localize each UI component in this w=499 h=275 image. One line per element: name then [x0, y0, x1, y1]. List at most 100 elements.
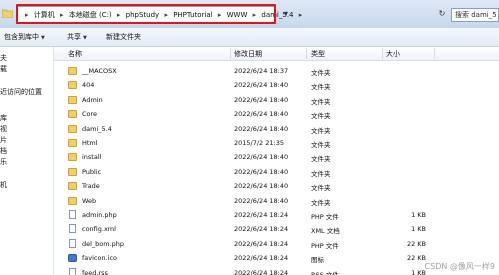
folder-icon	[68, 182, 77, 191]
file-name: Core	[82, 110, 98, 119]
folder-icon	[68, 153, 77, 162]
php-file-icon	[69, 210, 76, 219]
sidebar-item-recent-places[interactable]: 近访问的位置	[0, 87, 42, 97]
column-header-size[interactable]: 大小	[386, 49, 400, 59]
folder-icon	[68, 139, 77, 147]
folder-icon	[68, 110, 77, 119]
file-row[interactable]: __MACOSX 2022/6/24 18:37 文件夹	[54, 64, 499, 78]
column-header-type[interactable]: 类型	[311, 49, 325, 59]
file-name: admin.php	[82, 211, 117, 219]
file-row[interactable]: Public 2022/6/24 18:40 文件夹	[54, 165, 499, 179]
navigation-pane: 夫 载 近访问的位置 库 视 片 档 乐 机	[0, 47, 54, 275]
sidebar-item[interactable]: 载	[0, 64, 7, 74]
folder-icon	[68, 95, 77, 104]
column-header-date[interactable]: 修改日期	[234, 49, 262, 59]
file-name: Html	[82, 139, 98, 147]
xml-file-icon	[69, 224, 76, 234]
file-name: install	[82, 153, 102, 162]
file-date: 2022/6/24 18:40	[234, 153, 289, 162]
column-header-name[interactable]: 名称	[68, 49, 82, 59]
sidebar-item-computer[interactable]: 机	[0, 180, 7, 190]
file-list: 名称 修改日期 类型 大小 __MACOSX 2022/6/24 18:37 文件夹…	[54, 47, 499, 275]
file-row[interactable]: Web 2022/6/24 18:40 文件夹	[54, 194, 499, 208]
file-type: 文件夹	[311, 141, 331, 149]
file-row[interactable]: admin.php 2022/6/24 18:24 PHP 文件 1 KB	[54, 208, 499, 222]
file-date: 2022/6/24 18:40	[234, 110, 289, 119]
watermark-text: CSDN @像风一样9	[424, 262, 495, 271]
new-folder-button[interactable]: 新建文件夹	[106, 32, 141, 42]
address-bar-area: ▸ 计算机 ▸ 本地磁盘 (C:) ▸ phpStudy ▸ PHPTutori…	[0, 0, 499, 29]
new-folder-label: 新建文件夹	[106, 33, 141, 41]
file-name: Admin	[82, 95, 103, 104]
file-size: 1 KB	[411, 268, 426, 275]
folder-icon	[2, 9, 13, 18]
file-date: 2015/7/2 21:35	[234, 139, 284, 147]
sidebar-item-documents[interactable]: 档	[0, 146, 7, 156]
address-dropdown-icon[interactable]: ▾	[280, 8, 292, 20]
file-date: 2022/6/24 18:24	[234, 254, 289, 263]
folder-icon	[68, 196, 77, 205]
file-date: 2022/6/24 18:40	[234, 167, 289, 176]
file-name: dami_5.4	[82, 124, 112, 133]
chevron-down-icon: ▼	[83, 35, 87, 41]
file-date: 2022/6/24 18:24	[234, 239, 289, 248]
file-date: 2022/6/24 18:24	[234, 225, 289, 234]
file-name: feed.rss	[82, 268, 108, 275]
file-date: 2022/6/24 18:40	[234, 124, 289, 133]
file-date: 2022/6/24 18:40	[234, 196, 289, 205]
command-bar: 包含到库中 ▼ 共享 ▼ 新建文件夹	[0, 28, 499, 47]
file-row[interactable]: install 2022/6/24 18:40 文件夹	[54, 150, 499, 164]
share-button[interactable]: 共享 ▼	[67, 32, 87, 42]
file-type: 文件夹	[311, 184, 331, 193]
file-row[interactable]: Html 2015/7/2 21:35 文件夹	[54, 136, 499, 150]
file-name: Public	[82, 167, 102, 176]
column-divider[interactable]	[230, 48, 231, 59]
file-row[interactable]: dami_5.4 2022/6/24 18:40 文件夹	[54, 122, 499, 136]
file-type: 文件夹	[311, 83, 331, 92]
rss-file-icon	[69, 267, 76, 275]
file-row[interactable]: Trade 2022/6/24 18:40 文件夹	[54, 179, 499, 193]
file-type: 文件夹	[311, 97, 331, 106]
sidebar-item-libraries[interactable]: 库	[0, 113, 7, 123]
file-name: Trade	[82, 182, 100, 191]
file-type: PHP 文件	[311, 241, 339, 250]
file-date: 2022/6/24 18:40	[234, 182, 289, 191]
file-type: PHP 文件	[311, 213, 339, 221]
file-name: __MACOSX	[82, 67, 117, 75]
file-type: 文件夹	[311, 112, 331, 121]
search-placeholder: 搜索 dami_5	[455, 11, 497, 19]
file-type: 文件夹	[311, 198, 331, 207]
file-type: 文件夹	[311, 69, 331, 77]
file-row[interactable]: 404 2022/6/24 18:40 文件夹	[54, 78, 499, 92]
file-type: 文件夹	[311, 169, 331, 178]
include-in-library-label: 包含到库中	[4, 33, 39, 41]
file-date: 2022/6/24 18:40	[234, 81, 289, 90]
include-in-library-button[interactable]: 包含到库中 ▼	[4, 32, 45, 42]
file-date: 2022/6/24 18:40	[234, 95, 289, 104]
sidebar-item-pictures[interactable]: 片	[0, 135, 7, 145]
favicon-icon	[68, 254, 77, 263]
file-type: XML 文档	[311, 227, 340, 236]
sidebar-item-videos[interactable]: 视	[0, 124, 7, 134]
file-row[interactable]: Admin 2022/6/24 18:40 文件夹	[54, 93, 499, 107]
file-type: 文件夹	[311, 126, 331, 135]
address-highlight-box	[16, 4, 276, 24]
column-divider[interactable]	[382, 48, 383, 59]
file-type: RSS 文件	[311, 270, 339, 275]
column-divider[interactable]	[306, 48, 307, 59]
file-type: 图标	[311, 256, 324, 265]
search-input[interactable]: 搜索 dami_5	[451, 8, 499, 22]
breadcrumb-separator[interactable]: ▸	[299, 11, 303, 19]
file-row[interactable]: del_bom.php 2022/6/24 18:24 PHP 文件 22 KB	[54, 237, 499, 251]
share-label: 共享	[67, 33, 81, 41]
file-name: Web	[82, 196, 97, 205]
folder-icon	[68, 81, 77, 90]
sidebar-item-music[interactable]: 乐	[0, 157, 7, 167]
column-divider[interactable]	[434, 48, 435, 59]
refresh-icon[interactable]: ↻	[436, 8, 448, 20]
file-row[interactable]: config.xml 2022/6/24 18:24 XML 文档 1 KB	[54, 222, 499, 236]
file-date: 2022/6/24 18:24	[234, 211, 289, 219]
file-row[interactable]: Core 2022/6/24 18:40 文件夹	[54, 107, 499, 121]
file-name: config.xml	[82, 225, 116, 234]
sidebar-item[interactable]: 夫	[0, 53, 7, 63]
